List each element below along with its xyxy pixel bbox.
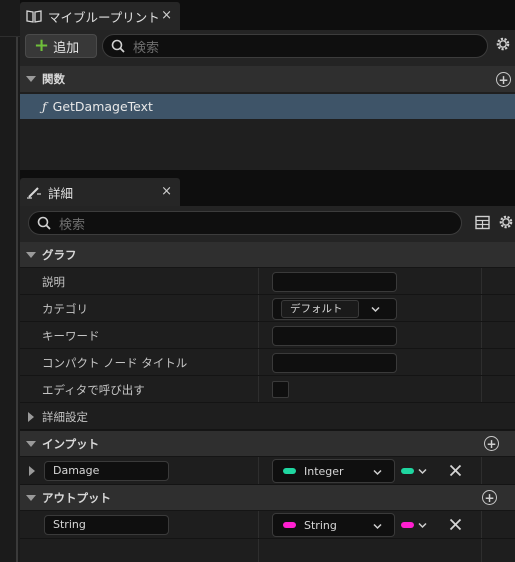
compact-title-label: コンパクト ノード タイトル	[42, 355, 188, 370]
inputs-header: インプット	[42, 436, 100, 451]
column-divider	[258, 376, 259, 402]
category-label: カテゴリ	[42, 301, 88, 316]
description-field[interactable]	[272, 272, 397, 292]
blueprint-search-input[interactable]: 検索	[102, 34, 488, 58]
column-divider	[258, 295, 259, 321]
functions-header: 関数	[42, 72, 65, 86]
property-row-keywords: キーワード	[20, 322, 515, 349]
close-icon[interactable]: ×	[161, 9, 172, 23]
book-icon	[26, 9, 42, 23]
category-value[interactable]: デフォルト	[281, 300, 359, 318]
settings-gear-icon[interactable]	[495, 36, 511, 52]
settings-gear-icon[interactable]	[498, 214, 515, 231]
string-pin-icon	[283, 522, 296, 528]
add-function-icon[interactable]: +	[496, 72, 511, 87]
close-icon[interactable]: ×	[161, 185, 172, 199]
details-search-input[interactable]: 検索	[28, 211, 462, 235]
collapse-arrow-icon	[26, 251, 36, 258]
graph-category[interactable]: グラフ	[20, 242, 515, 267]
outputs-category[interactable]: アウトプット	[20, 485, 515, 510]
column-divider	[481, 349, 482, 375]
function-name: GetDamageText	[52, 99, 153, 114]
advanced-section[interactable]: 詳細設定	[20, 403, 515, 430]
column-divider	[481, 457, 482, 484]
property-row-call-in-editor: エディタで呼び出す	[20, 376, 515, 403]
table-view-icon[interactable]	[475, 215, 490, 230]
plus-icon: +	[34, 35, 50, 56]
search-placeholder: 検索	[133, 40, 160, 56]
property-row-category: カテゴリ デフォルト	[20, 295, 515, 322]
pencil-icon	[26, 185, 42, 199]
column-divider	[481, 295, 482, 321]
function-icon: ƒ	[42, 99, 47, 114]
output-param-row: String String	[20, 511, 515, 539]
expand-arrow-icon[interactable]	[29, 466, 35, 476]
input-type-label: Integer	[304, 464, 344, 478]
column-divider	[258, 349, 259, 375]
collapse-arrow-icon	[26, 494, 36, 501]
search-icon	[37, 216, 51, 230]
search-placeholder: 検索	[59, 217, 86, 233]
column-divider	[481, 376, 482, 402]
output-type-combo[interactable]: String	[272, 513, 395, 537]
container-type-pin-icon[interactable]	[401, 468, 414, 474]
tab-title: マイブループリント	[48, 9, 160, 25]
compact-title-field[interactable]	[272, 353, 397, 373]
property-row-description: 説明	[20, 268, 515, 295]
collapse-arrow-icon	[26, 76, 36, 82]
column-divider	[481, 322, 482, 348]
keywords-label: キーワード	[42, 328, 100, 343]
call-in-editor-label: エディタで呼び出す	[42, 382, 145, 397]
column-divider	[481, 268, 482, 294]
tab-title: 詳細	[48, 185, 74, 201]
add-output-icon[interactable]: +	[482, 490, 497, 505]
search-icon	[111, 39, 125, 53]
collapse-arrow-icon	[26, 440, 36, 447]
category-combo[interactable]: デフォルト	[272, 298, 397, 320]
add-label: 追加	[53, 40, 80, 56]
gutter-edge	[16, 37, 18, 562]
graph-header: グラフ	[42, 247, 77, 262]
column-divider	[481, 511, 482, 538]
column-divider	[258, 511, 259, 538]
container-type-pin-icon[interactable]	[401, 522, 414, 528]
call-in-editor-checkbox[interactable]	[272, 381, 289, 398]
tab-details[interactable]: 詳細 ×	[20, 178, 180, 206]
property-row-compact-title: コンパクト ノード タイトル	[20, 349, 515, 376]
tab-my-blueprint[interactable]: マイブループリント ×	[20, 2, 180, 30]
chevron-down-icon[interactable]	[373, 522, 382, 531]
description-label: 説明	[42, 274, 65, 289]
column-divider	[258, 322, 259, 348]
output-type-label: String	[304, 518, 337, 532]
functions-category[interactable]: 関数	[20, 66, 515, 92]
expand-arrow-icon[interactable]	[28, 412, 34, 422]
remove-output-icon[interactable]	[449, 518, 462, 531]
integer-pin-icon	[283, 468, 296, 474]
input-name-field[interactable]: Damage	[44, 461, 169, 481]
chevron-down-icon[interactable]	[373, 468, 382, 477]
add-button[interactable]: + 追加	[25, 34, 97, 58]
add-input-icon[interactable]: +	[484, 436, 499, 451]
details-bottom-empty	[20, 539, 515, 562]
remove-input-icon[interactable]	[449, 464, 462, 477]
input-param-row: Damage Integer	[20, 457, 515, 485]
column-divider	[481, 539, 482, 562]
column-divider	[258, 457, 259, 484]
chevron-down-icon[interactable]	[418, 467, 427, 476]
output-name-field[interactable]: String	[44, 515, 169, 535]
input-type-combo[interactable]: Integer	[272, 459, 395, 483]
keywords-field[interactable]	[272, 326, 397, 346]
chevron-down-icon[interactable]	[418, 521, 427, 530]
advanced-label: 詳細設定	[42, 409, 88, 424]
function-item[interactable]: ƒ GetDamageText	[20, 94, 515, 119]
outputs-header: アウトプット	[42, 490, 111, 505]
column-divider	[258, 539, 259, 562]
inputs-category[interactable]: インプット	[20, 431, 515, 456]
column-divider	[258, 268, 259, 294]
chevron-down-icon[interactable]	[371, 305, 380, 314]
